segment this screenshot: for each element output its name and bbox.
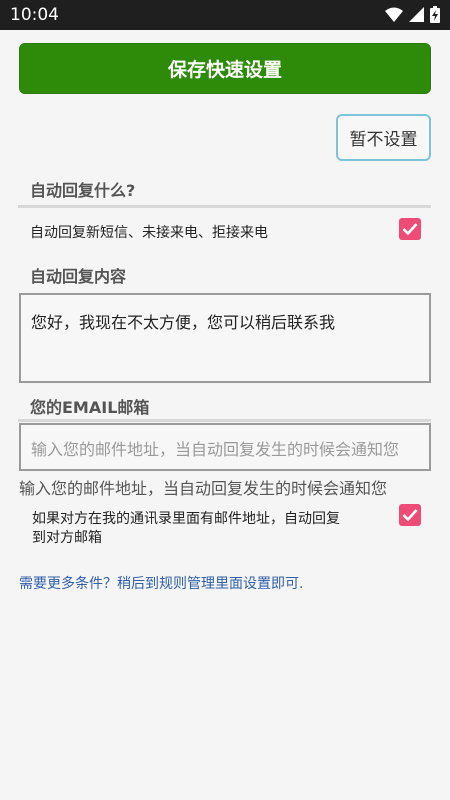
email-helper-text: 输入您的邮件地址，当自动回复发生的时候会通知您 bbox=[19, 479, 388, 498]
signal-icon bbox=[409, 7, 424, 22]
content-section-title: 自动回复内容 bbox=[30, 267, 127, 286]
skip-setup-button[interactable]: 暂不设置 bbox=[336, 114, 431, 161]
wifi-icon bbox=[385, 7, 403, 22]
reply-content-textarea[interactable]: 您好，我现在不太方便，您可以稍后联系我 bbox=[19, 293, 431, 383]
email-option-checkbox[interactable] bbox=[399, 504, 421, 526]
email-section-title: 您的EMAIL邮箱 bbox=[30, 398, 150, 417]
email-option-label: 如果对方在我的通讯录里面有邮件地址，自动回复 到对方邮箱 bbox=[32, 510, 340, 548]
save-quick-settings-button[interactable]: 保存快速设置 bbox=[19, 43, 431, 94]
email-input[interactable]: 输入您的邮件地址，当自动回复发生的时候会通知您 bbox=[19, 423, 431, 471]
status-bar: 10:04 bbox=[0, 0, 450, 30]
checkmark-icon bbox=[402, 223, 418, 236]
email-option-line2: 到对方邮箱 bbox=[32, 530, 102, 546]
status-time: 10:04 bbox=[10, 5, 59, 25]
checkmark-icon bbox=[402, 509, 418, 522]
battery-icon bbox=[430, 6, 440, 23]
more-conditions-link[interactable]: 需要更多条件？稍后到规则管理里面设置即可. bbox=[19, 573, 303, 593]
status-icons bbox=[385, 6, 440, 23]
email-option-line1: 如果对方在我的通讯录里面有邮件地址，自动回复 bbox=[32, 511, 340, 527]
divider bbox=[18, 205, 431, 208]
what-option-label: 自动回复新短信、未接来电、拒接来电 bbox=[30, 225, 268, 241]
divider bbox=[18, 419, 431, 422]
what-option-checkbox[interactable] bbox=[399, 218, 421, 240]
what-section-title: 自动回复什么? bbox=[30, 181, 136, 200]
